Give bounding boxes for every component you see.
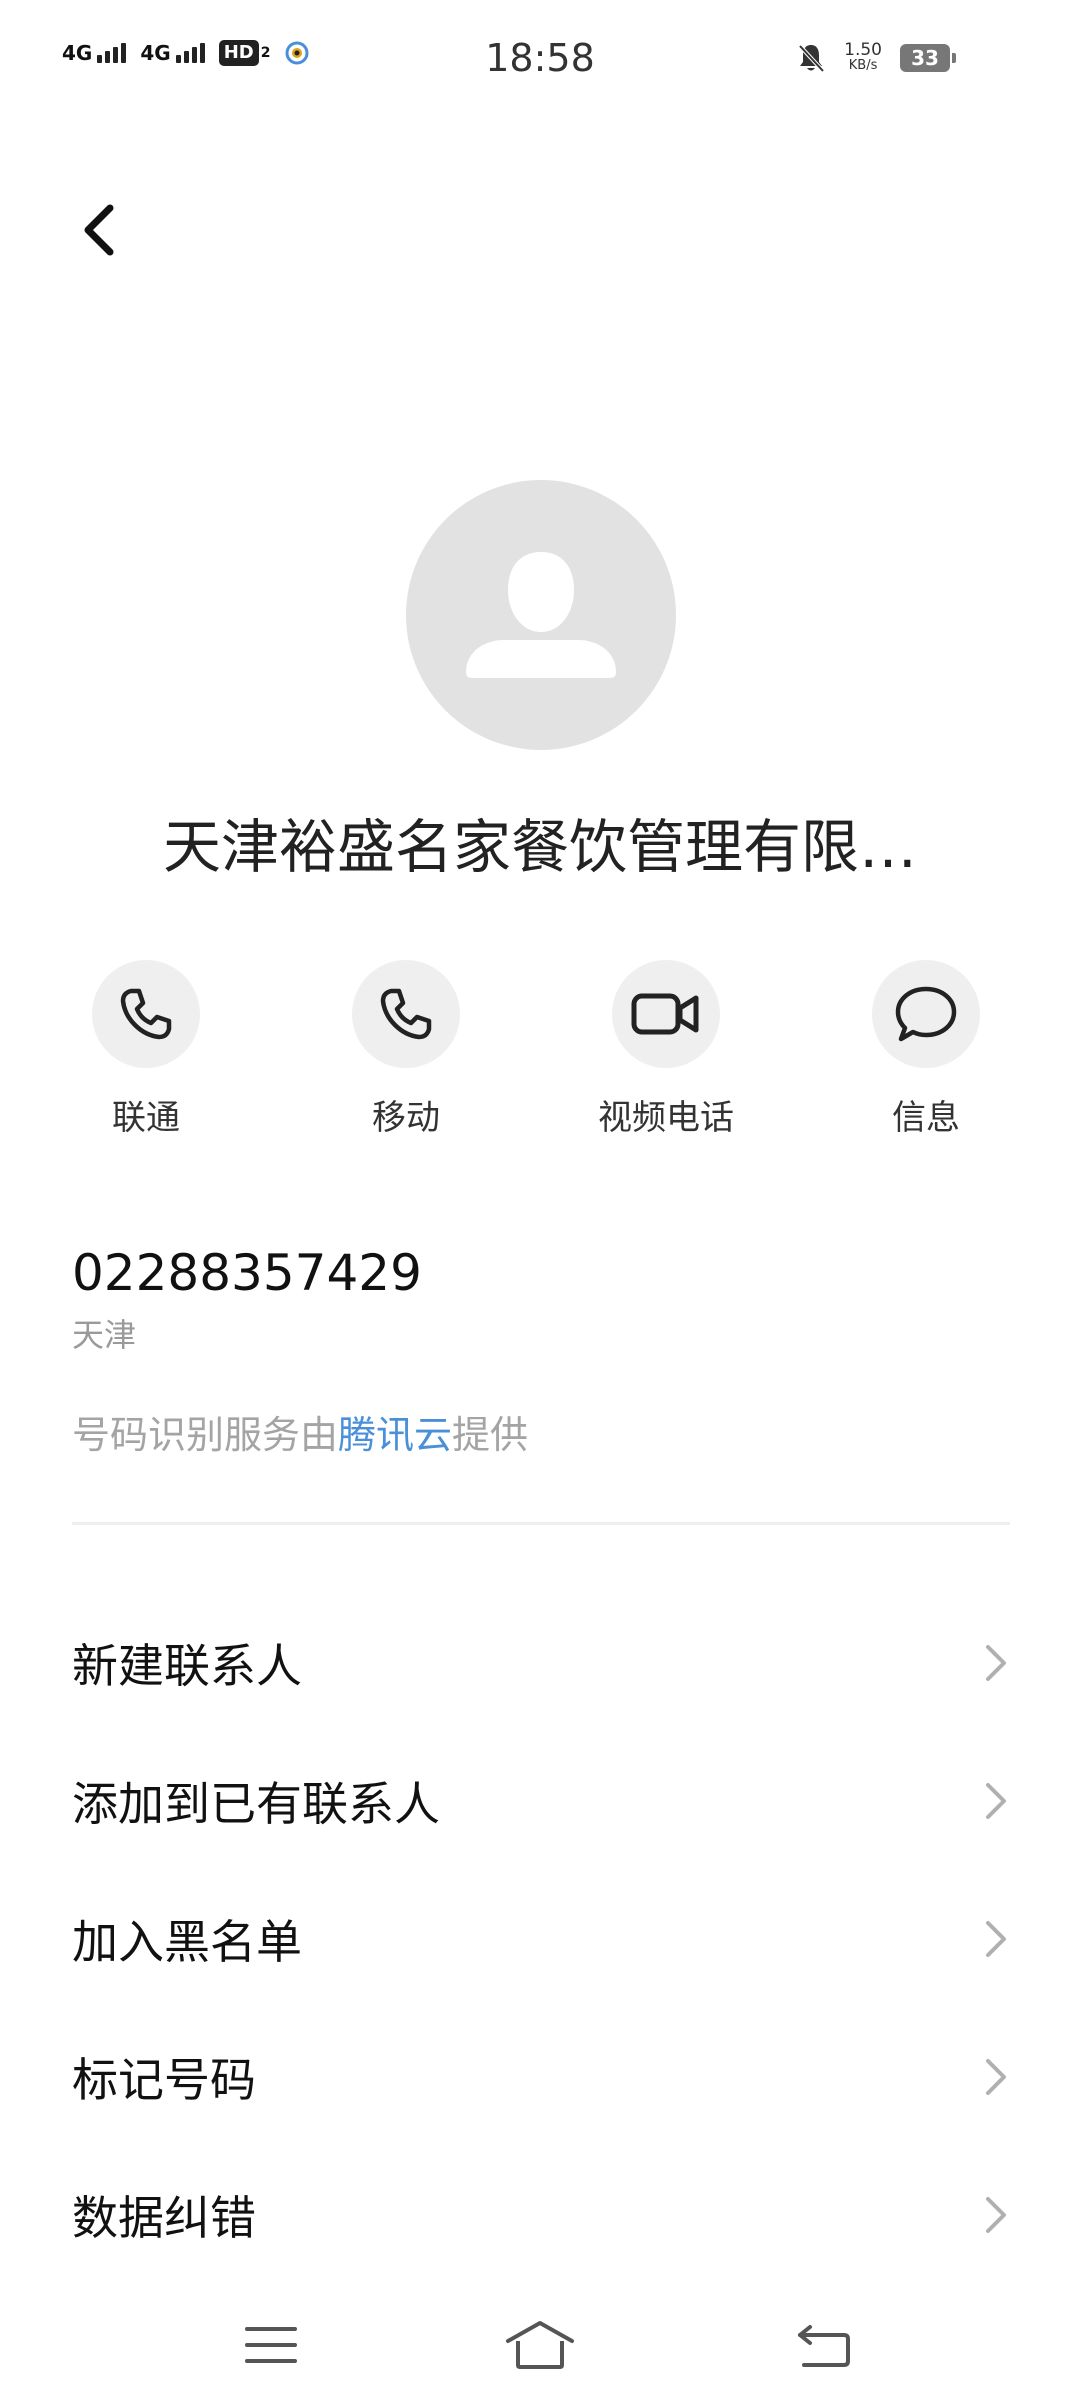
menu-label: 数据纠错 xyxy=(72,2191,256,2245)
net-speed-value: 1.50 xyxy=(844,40,882,60)
phone-icon xyxy=(120,988,172,1040)
provider-suffix: 提供 xyxy=(452,1413,529,1457)
number-location: 天津 xyxy=(72,1316,137,1354)
provider-prefix: 号码识别服务由 xyxy=(72,1413,339,1457)
video-icon xyxy=(631,993,699,1035)
menu-label: 加入黑名单 xyxy=(72,1915,302,1969)
provider-link[interactable]: 腾讯云 xyxy=(338,1413,452,1457)
net-speed: 1.50 KB/s xyxy=(844,42,882,74)
action-circle[interactable] xyxy=(872,960,980,1068)
action-row: 联通 移动 视频电话 信息 xyxy=(0,960,1080,1140)
home-icon xyxy=(506,2321,574,2369)
net-speed-unit: KB/s xyxy=(848,58,878,73)
menu-data-correction[interactable]: 数据纠错 xyxy=(72,2160,1010,2270)
contact-detail-screen: 4G 4G HD 2 18:58 1.50 KB/s 33 天津裕盛名家餐饮管理… xyxy=(0,0,1080,2400)
contact-name: 天津裕盛名家餐饮管理有限… xyxy=(162,813,917,881)
message-button[interactable]: 信息 xyxy=(826,960,1026,1139)
phone-icon xyxy=(380,988,432,1040)
status-right: 1.50 KB/s 33 xyxy=(796,42,956,74)
call-mobile-label: 移动 xyxy=(372,1098,440,1138)
battery-icon: 33 xyxy=(900,44,956,72)
menu-icon xyxy=(245,2327,297,2363)
call-unicom-button[interactable]: 联通 xyxy=(46,960,246,1139)
status-bar: 4G 4G HD 2 18:58 1.50 KB/s 33 xyxy=(0,0,1080,120)
chevron-right-icon xyxy=(986,1645,1006,1681)
action-circle[interactable] xyxy=(352,960,460,1068)
chevron-right-icon xyxy=(986,2059,1006,2095)
person-icon xyxy=(466,552,616,678)
menu-block[interactable]: 加入黑名单 xyxy=(72,1884,1010,1994)
menu-mark-number[interactable]: 标记号码 xyxy=(72,2022,1010,2132)
call-mobile-button[interactable]: 移动 xyxy=(306,960,506,1139)
avatar xyxy=(406,480,676,750)
chevron-right-icon xyxy=(986,2197,1006,2233)
divider xyxy=(72,1522,1010,1525)
call-unicom-label: 联通 xyxy=(112,1098,180,1138)
chevron-right-icon xyxy=(986,1783,1006,1819)
phone-number[interactable]: 02288357429 xyxy=(72,1244,422,1302)
menu-add-to-existing[interactable]: 添加到已有联系人 xyxy=(72,1746,1010,1856)
nav-back-button[interactable] xyxy=(784,2310,864,2380)
menu-label: 标记号码 xyxy=(72,2053,256,2107)
message-icon xyxy=(895,986,957,1042)
menu-label: 添加到已有联系人 xyxy=(72,1777,440,1831)
nav-home-button[interactable] xyxy=(500,2310,580,2380)
navigation-bar xyxy=(0,2290,1080,2400)
message-label: 信息 xyxy=(892,1098,960,1138)
video-call-button[interactable]: 视频电话 xyxy=(566,960,766,1139)
video-call-label: 视频电话 xyxy=(598,1098,734,1138)
action-circle[interactable] xyxy=(92,960,200,1068)
action-circle[interactable] xyxy=(612,960,720,1068)
menu-new-contact[interactable]: 新建联系人 xyxy=(72,1608,1010,1718)
chevron-left-icon xyxy=(84,204,114,256)
back-arrow-icon xyxy=(798,2325,850,2367)
mute-bell-icon xyxy=(798,44,825,73)
chevron-right-icon xyxy=(986,1921,1006,1957)
menu-label: 新建联系人 xyxy=(72,1639,302,1693)
nav-menu-button[interactable] xyxy=(231,2310,311,2380)
provider-note: 号码识别服务由腾讯云提供 xyxy=(72,1404,528,1459)
back-button[interactable] xyxy=(68,200,128,260)
